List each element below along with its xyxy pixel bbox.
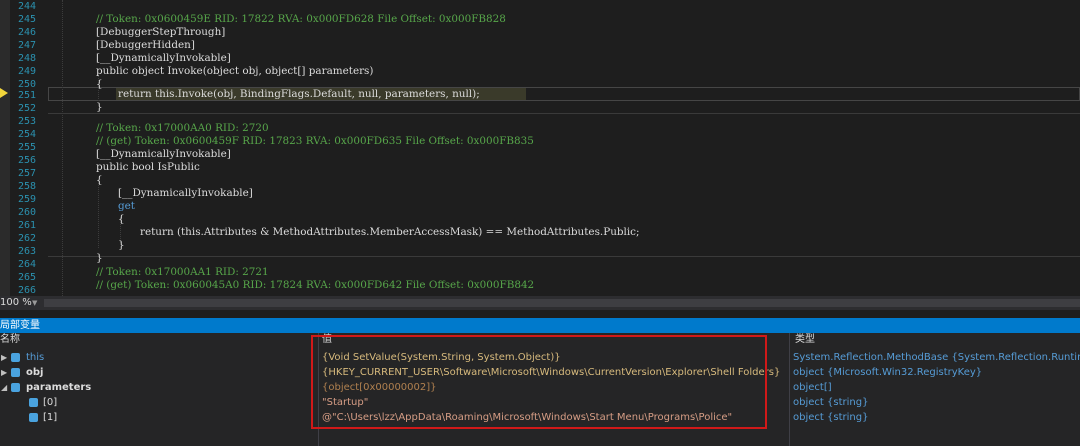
line-number: 254 [17, 129, 36, 140]
member-separator [48, 256, 1080, 257]
line-number: 253 [17, 116, 36, 127]
code-line[interactable]: [DebuggerStepThrough] [96, 26, 225, 39]
collapse-arrow-icon[interactable]: ◢ [1, 380, 7, 395]
line-number: 261 [17, 220, 36, 231]
code-line[interactable]: { [118, 213, 125, 226]
variable-name: this [26, 352, 45, 363]
variable-type: object[] [793, 382, 832, 393]
line-number: 264 [17, 259, 36, 270]
indent-guide [98, 180, 99, 248]
code-line[interactable]: [DebuggerHidden] [96, 39, 195, 52]
variable-icon [29, 398, 38, 407]
locals-title-text: 局部变量 [0, 320, 40, 331]
line-number: 260 [17, 207, 36, 218]
code-line[interactable]: // (get) Token: 0x060045A0 RID: 17824 RV… [96, 279, 534, 292]
line-number: 265 [17, 272, 36, 283]
variable-name: [0] [43, 397, 58, 408]
code-line-current[interactable]: return this.Invoke(obj, BindingFlags.Def… [118, 88, 480, 101]
code-line[interactable]: } [118, 239, 125, 252]
code-line[interactable]: // Token: 0x17000AA1 RID: 2721 [96, 266, 269, 279]
code-line[interactable]: [__DynamicallyInvokable] [96, 148, 231, 161]
line-number: 246 [17, 27, 36, 38]
code-line[interactable]: { [96, 78, 103, 91]
variable-type: object {string} [793, 412, 869, 423]
indicator-margin[interactable] [0, 0, 10, 296]
expand-arrow-icon[interactable]: ▶ [1, 365, 7, 380]
code-line[interactable]: // (get) Token: 0x0600459F RID: 17823 RV… [96, 135, 534, 148]
expand-arrow-icon[interactable]: ▶ [1, 350, 7, 365]
current-statement-arrow-icon [0, 88, 8, 98]
variable-type: object {string} [793, 397, 869, 408]
line-number: 252 [17, 103, 36, 114]
line-number: 259 [17, 194, 36, 205]
variable-name: [1] [43, 412, 58, 423]
line-number: 257 [17, 168, 36, 179]
code-line[interactable]: [__DynamicallyInvokable] [96, 52, 231, 65]
variable-name: obj [26, 367, 44, 378]
locals-window-title: 局部变量 [0, 318, 1080, 333]
column-header-type[interactable]: 类型 [795, 333, 815, 347]
line-number: 256 [17, 155, 36, 166]
member-separator [48, 113, 1080, 114]
code-editor[interactable]: 244 245 246 247 248 249 250 251 252 253 … [0, 0, 1080, 296]
code-line[interactable]: get [118, 200, 135, 213]
variable-icon [11, 353, 20, 362]
chevron-down-icon[interactable]: ▼ [32, 299, 40, 307]
line-number: 245 [17, 14, 36, 25]
zoom-level[interactable]: 100 % [0, 297, 32, 308]
variable-name: parameters [26, 382, 92, 393]
indent-guide [62, 0, 63, 296]
variable-type: System.Reflection.MethodBase {System.Ref… [793, 352, 1080, 363]
line-number: 262 [17, 233, 36, 244]
editor-status-bar: 100 % ▼ [0, 296, 1080, 310]
column-header-name[interactable]: 名称 [0, 333, 20, 347]
line-number: 258 [17, 181, 36, 192]
line-number: 266 [17, 285, 36, 296]
variable-icon [11, 383, 20, 392]
line-number: 247 [17, 40, 36, 51]
line-number: 248 [17, 53, 36, 64]
variable-icon [11, 368, 20, 377]
code-line[interactable]: [__DynamicallyInvokable] [118, 187, 253, 200]
line-number: 251 [17, 90, 36, 101]
code-line[interactable]: // Token: 0x17000AA0 RID: 2720 [96, 122, 269, 135]
code-line[interactable]: } [96, 252, 103, 265]
line-number: 244 [17, 1, 36, 12]
line-number: 249 [17, 66, 36, 77]
variable-type: object {Microsoft.Win32.RegistryKey} [793, 367, 983, 378]
highlight-annotation-box [311, 335, 767, 429]
code-line[interactable]: public object Invoke(object obj, object[… [96, 65, 373, 78]
variable-icon [29, 413, 38, 422]
code-line[interactable]: return (this.Attributes & MethodAttribut… [140, 226, 640, 239]
line-number: 263 [17, 246, 36, 257]
code-line[interactable]: { [96, 174, 103, 187]
horizontal-scrollbar[interactable] [44, 299, 1080, 307]
code-line[interactable]: } [96, 101, 103, 114]
code-line[interactable]: public bool IsPublic [96, 161, 200, 174]
code-line[interactable]: // Token: 0x0600459E RID: 17822 RVA: 0x0… [96, 13, 506, 26]
line-number: 255 [17, 142, 36, 153]
